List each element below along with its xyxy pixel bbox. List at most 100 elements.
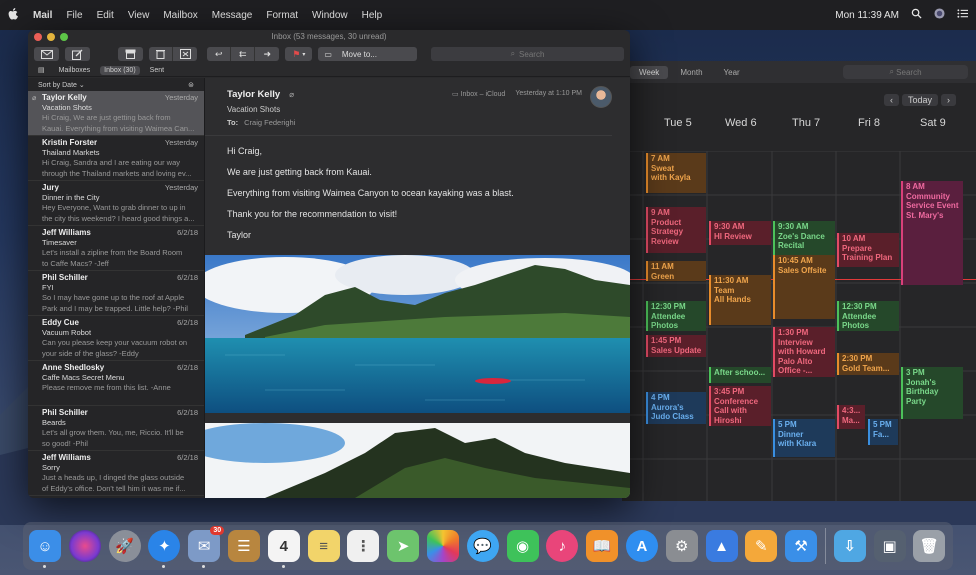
siri-menu-icon[interactable] [934, 8, 945, 22]
finder-icon[interactable]: ☺ [29, 530, 61, 568]
notes-icon[interactable]: ≡ [307, 530, 340, 562]
reply-all-button[interactable]: ⇇ [231, 47, 256, 61]
calendar-event[interactable]: 1:30 PM Interview with Howard Palo Alto Offi… [773, 327, 835, 377]
get-mail-button[interactable] [34, 47, 60, 61]
message-date: 6/2/18 [177, 453, 198, 462]
message-list-item[interactable]: Phil Schiller 6/2/18 FYI So I may have go… [28, 271, 204, 316]
apple-menu-icon[interactable] [8, 7, 19, 23]
safari-icon[interactable]: ✦ [148, 530, 181, 568]
menu-view[interactable]: View [128, 10, 150, 21]
filter-icon[interactable]: ⊜ [188, 81, 194, 89]
clock[interactable]: Mon 11:39 AM [835, 10, 899, 21]
calendar-event[interactable]: 3:45 PM Conference Call with Hiroshi [709, 386, 771, 426]
calendar-event[interactable]: 3 PM Jonah's Birthday Party [901, 367, 963, 419]
close-window-button[interactable] [34, 33, 42, 41]
message-list-item[interactable]: Eddy Cue 6/2/18 Vacuum Robot Can you plea… [28, 316, 204, 361]
reply-button[interactable]: ↩ [207, 47, 232, 61]
calendar-event[interactable]: 8 AM Community Service Event St. Mary's [901, 181, 963, 285]
favorites-mailboxes[interactable]: Mailboxes [55, 66, 95, 75]
archive-button[interactable] [118, 47, 144, 61]
books-icon[interactable]: 📖 [586, 530, 619, 562]
menu-window[interactable]: Window [312, 10, 348, 21]
message-list-item[interactable]: Anne Shedlosky 6/2/18 Caffe Macs Secret M… [28, 361, 204, 406]
calendar-event[interactable]: 12:30 PM Attendee Photos [646, 301, 706, 331]
photos-icon[interactable] [426, 530, 459, 562]
flag-button[interactable]: ⚑ ▾ [285, 47, 313, 61]
siri-icon[interactable] [68, 530, 101, 562]
sidebar-icon[interactable]: ▤ [34, 65, 49, 75]
calendar-event[interactable]: 1:45 PM Sales Update [646, 335, 706, 357]
calendar-week-tab[interactable]: Week [630, 65, 669, 79]
menu-edit[interactable]: Edit [97, 10, 114, 21]
calendar-event[interactable]: 9:30 AM Zoe's Dance Recital [773, 221, 835, 255]
photos-stack-icon[interactable]: ▣ [873, 530, 906, 562]
menu-mail[interactable]: Mail [33, 10, 52, 21]
calendar-event[interactable]: 12:30 PM Attendee Photos [837, 301, 899, 331]
sort-by-date-button[interactable]: Sort by Date ⌄ [38, 81, 85, 89]
itunes-icon[interactable]: ♪ [546, 530, 579, 562]
message-list-item[interactable]: Phil Schiller 6/2/18 Beards Let's all gro… [28, 406, 204, 451]
calendar-year-tab[interactable]: Year [715, 66, 749, 79]
message-subject: Beards [42, 418, 66, 427]
message-list-item[interactable]: Jeff Williams 6/2/18 Sorry Just a heads u… [28, 451, 204, 496]
calendar-event[interactable]: 5 PM Dinner with Klara [773, 419, 835, 457]
chevron-left-icon[interactable]: ‹ [883, 94, 899, 106]
messages-icon[interactable]: 💬 [466, 530, 499, 562]
menu-message[interactable]: Message [212, 10, 253, 21]
app-store-icon[interactable]: A [625, 530, 658, 562]
calendar-icon[interactable]: 4 [267, 530, 300, 568]
delete-button[interactable] [149, 47, 174, 61]
menu-file[interactable]: File [66, 10, 82, 21]
trash-icon[interactable]: 🗑 [913, 530, 946, 562]
calendar-event[interactable]: 9:30 AM HI Review [709, 221, 771, 245]
calendar-event[interactable]: 9 AM Product Strategy Review [646, 207, 706, 253]
pages-icon[interactable]: ✎ [745, 530, 778, 562]
recipient[interactable]: Craig Federighi [244, 118, 295, 127]
keynote-icon[interactable]: ▲ [705, 530, 738, 562]
maps-icon[interactable]: ➤ [387, 530, 420, 562]
facetime-icon[interactable]: ◉ [506, 530, 539, 562]
spotlight-search-icon[interactable] [911, 8, 922, 22]
downloads-folder-icon[interactable]: ⇩ [833, 530, 866, 562]
menu-format[interactable]: Format [266, 10, 298, 21]
message-list-item[interactable]: Kristin Forster Yesterday Thailand Market… [28, 136, 204, 181]
menu-help[interactable]: Help [362, 10, 383, 21]
favorites-sent[interactable]: Sent [146, 66, 168, 75]
forward-button[interactable]: ➜ [255, 47, 280, 61]
attached-photo-mountains[interactable] [205, 423, 630, 498]
contacts-icon[interactable]: ☰ [227, 530, 260, 562]
mail-search-input[interactable]: ⌕ Search [430, 47, 624, 61]
message-list-item[interactable]: Jeff Williams 6/2/18 Timesaver Let's inst… [28, 226, 204, 271]
mail-stamp-icon[interactable]: ✉ 30 [188, 526, 225, 568]
calendar-event[interactable]: 10:45 AM Sales Offsite [773, 255, 835, 319]
notification-center-icon[interactable] [957, 8, 968, 22]
calendar-search-field[interactable]: ⌕ Search [843, 65, 968, 79]
message-subject: Vacation Shots [42, 103, 92, 112]
junk-button[interactable] [173, 47, 198, 61]
today-button[interactable]: Today [901, 94, 938, 106]
system-preferences-icon[interactable]: ⚙ [665, 530, 698, 562]
favorites-inbox[interactable]: Inbox (30) [100, 65, 140, 75]
compose-button[interactable] [65, 47, 91, 61]
chevron-right-icon[interactable]: › [941, 94, 956, 106]
zoom-window-button[interactable] [60, 33, 68, 41]
calendar-event[interactable]: 5 PM Fa... [868, 419, 898, 445]
calendar-month-tab[interactable]: Month [671, 66, 711, 79]
calendar-event[interactable]: 4 PM Aurora's Judo Class [646, 392, 706, 424]
minimize-window-button[interactable] [47, 33, 55, 41]
calendar-event[interactable]: 11 AMGreen Team... [646, 261, 706, 281]
reminders-icon[interactable]: ⋮ [347, 530, 380, 562]
calendar-event[interactable]: 11:30 AM Team All Hands [709, 275, 771, 325]
calendar-event[interactable]: 7 AM Sweat with Kayla [646, 153, 706, 193]
calendar-event[interactable]: 2:30 PM Gold Team... [837, 353, 899, 375]
message-list-item[interactable]: Jury Yesterday Dinner in the City Hey Eve… [28, 181, 204, 226]
calendar-event[interactable]: After schoo... [709, 367, 771, 383]
calendar-event[interactable]: 4:3... Ma... [837, 405, 865, 429]
message-list-item[interactable]: ⌀ Taylor Kelly Yesterday Vacation Shots H… [28, 91, 204, 136]
attached-photo-coast[interactable] [205, 255, 630, 413]
launchpad-icon[interactable]: 🚀 [108, 530, 141, 562]
menu-mailbox[interactable]: Mailbox [163, 10, 197, 21]
xcode-icon[interactable]: ⚒ [785, 530, 818, 562]
move-to-button[interactable]: ▭ Move to... [318, 47, 417, 61]
calendar-event[interactable]: 10 AM Prepare Training Plan [837, 233, 899, 267]
